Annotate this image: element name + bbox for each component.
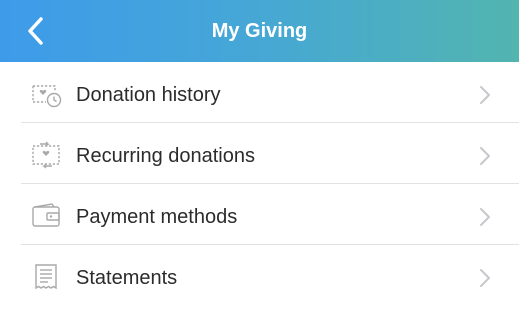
- app-header: My Giving: [0, 0, 519, 62]
- menu-item-label: Donation history: [76, 84, 221, 106]
- menu-item-payment-methods[interactable]: Payment methods: [0, 184, 519, 245]
- chevron-right-icon: [480, 86, 490, 104]
- recurring-donations-icon: [32, 141, 60, 169]
- menu-item-label: Payment methods: [76, 206, 238, 228]
- wallet-icon: [32, 203, 60, 227]
- menu-item-label: Statements: [76, 267, 178, 289]
- back-button[interactable]: [22, 15, 54, 47]
- chevron-left-icon: [28, 17, 43, 45]
- donation-history-icon: [32, 85, 62, 108]
- menu-item-statements[interactable]: Statements: [0, 245, 519, 306]
- chevron-right-icon: [480, 147, 490, 165]
- chevron-right-icon: [480, 269, 490, 287]
- chevron-right-icon: [480, 208, 490, 226]
- menu-item-donation-history[interactable]: Donation history: [0, 62, 519, 123]
- statements-icon: [35, 264, 57, 290]
- page-title: My Giving: [211, 20, 308, 42]
- menu-item-recurring-donations[interactable]: Recurring donations: [0, 123, 519, 184]
- menu-item-label: Recurring donations: [76, 145, 255, 167]
- giving-menu: Donation history Recurring donations Pay…: [0, 62, 519, 306]
